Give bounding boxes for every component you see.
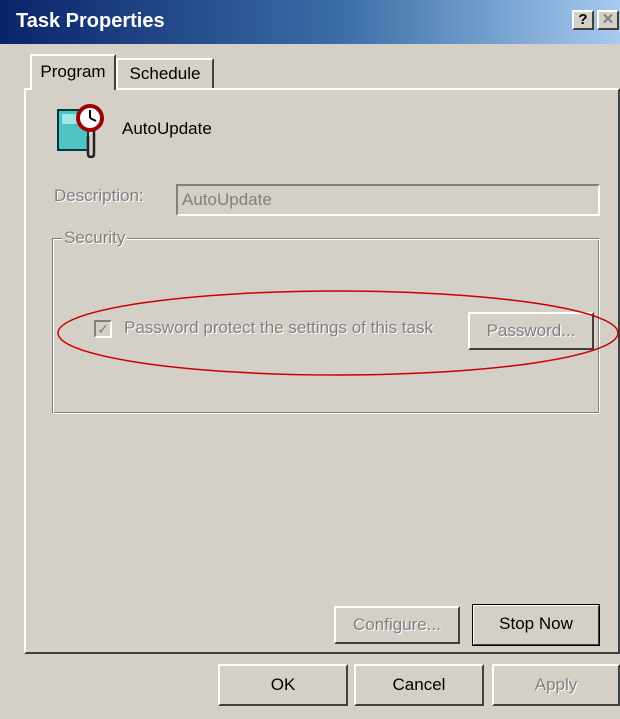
- help-button[interactable]: ?: [572, 10, 594, 30]
- password-button[interactable]: Password...: [468, 312, 594, 350]
- window-title: Task Properties: [16, 10, 165, 32]
- configure-button[interactable]: Configure...: [334, 606, 460, 644]
- task-name: AutoUpdate: [122, 119, 212, 138]
- password-protect-checkbox[interactable]: ✓: [94, 320, 112, 338]
- ok-button[interactable]: OK: [218, 664, 348, 706]
- description-label: Description:: [54, 186, 144, 205]
- stop-now-button[interactable]: Stop Now: [472, 604, 600, 646]
- security-group-label: Security: [62, 228, 128, 248]
- cancel-button[interactable]: Cancel: [354, 664, 484, 706]
- apply-button[interactable]: Apply: [492, 664, 620, 706]
- tab-schedule[interactable]: Schedule: [116, 58, 214, 90]
- title-bar[interactable]: Task Properties ? ✕: [0, 0, 620, 44]
- close-button[interactable]: ✕: [597, 10, 619, 30]
- password-protect-label: Password protect the settings of this ta…: [124, 318, 433, 337]
- tab-program[interactable]: Program: [30, 54, 116, 90]
- scheduled-task-clock-icon: [57, 104, 104, 158]
- description-field[interactable]: [176, 184, 600, 216]
